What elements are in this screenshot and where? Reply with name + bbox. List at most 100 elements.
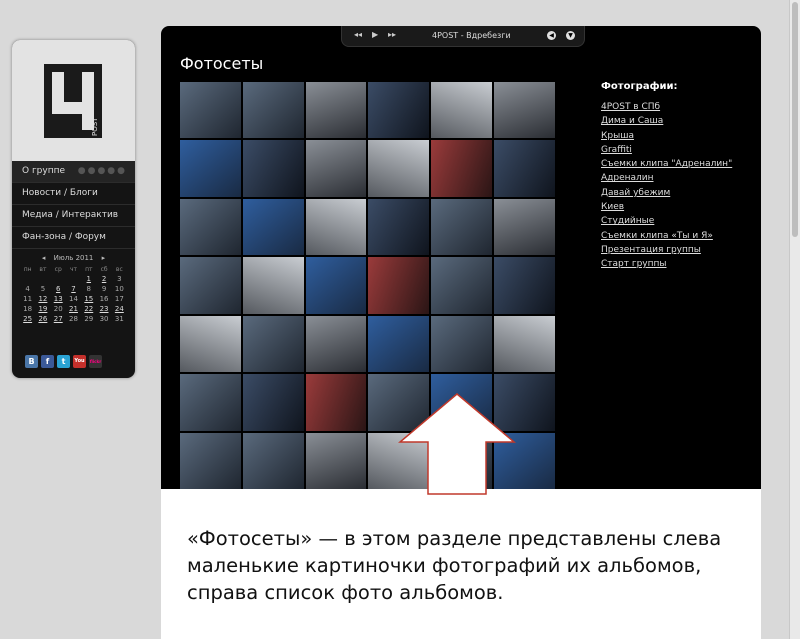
scrollbar-thumb[interactable] <box>792 2 798 237</box>
calendar-day: 8 <box>86 285 92 293</box>
rewind-icon[interactable]: ◂◂ <box>354 30 362 39</box>
photo-thumbnail[interactable] <box>431 198 493 256</box>
play-icon[interactable]: ▶ <box>372 30 378 39</box>
nav-item-media[interactable]: Медиа / Интерактив <box>12 205 135 227</box>
photo-thumbnail[interactable] <box>180 198 241 256</box>
photo-thumbnail[interactable] <box>431 257 493 314</box>
photo-thumbnail[interactable] <box>242 315 304 373</box>
calendar-day[interactable]: 27 <box>51 315 66 323</box>
vertical-scrollbar[interactable] <box>789 0 800 639</box>
next-month-icon[interactable]: ▸ <box>102 254 106 262</box>
calendar-day: 20 <box>53 305 63 313</box>
flickr-icon[interactable]: flickr <box>89 355 102 368</box>
photo-thumbnail[interactable] <box>305 140 367 197</box>
playlist-dropdown-icon[interactable]: ▼ <box>566 31 575 40</box>
nav-item-news[interactable]: Новости / Блоги <box>12 183 135 205</box>
vk-icon[interactable]: В <box>25 355 38 368</box>
calendar-day <box>20 275 35 283</box>
forward-icon[interactable]: ▸▸ <box>388 30 396 39</box>
photo-thumbnail[interactable] <box>305 198 367 256</box>
photo-thumbnail[interactable] <box>431 140 493 197</box>
calendar-day: 4 <box>25 285 30 293</box>
photo-thumbnail[interactable] <box>180 432 241 489</box>
album-link[interactable]: Крыша <box>601 129 732 143</box>
calendar-day[interactable]: 2 <box>96 275 111 283</box>
sidebar: POST О группе ●●●●● Новости / Блоги Медиа… <box>12 40 135 378</box>
photo-thumbnail[interactable] <box>242 198 304 256</box>
photo-thumbnail[interactable] <box>242 82 304 139</box>
photo-thumbnail[interactable] <box>305 82 367 139</box>
calendar-day: 11 <box>23 295 33 303</box>
calendar-day[interactable]: 24 <box>112 305 127 313</box>
photo-thumbnail[interactable] <box>305 315 367 373</box>
photo-thumbnail[interactable] <box>242 374 304 431</box>
album-link[interactable]: Студийные <box>601 214 732 228</box>
photo-thumbnail[interactable] <box>305 432 367 489</box>
music-player: ◂◂ ▶ ▸▸ 4POST - Вдребезги ◀ ▼ <box>341 26 585 47</box>
photo-thumbnail[interactable] <box>368 198 430 256</box>
photo-thumbnail[interactable] <box>368 257 430 314</box>
calendar-weekday: пт <box>85 266 93 273</box>
calendar-day[interactable]: 25 <box>20 315 35 323</box>
photo-thumbnail[interactable] <box>180 315 241 373</box>
photo-thumbnail[interactable] <box>494 257 555 314</box>
calendar-day[interactable]: 6 <box>51 285 66 293</box>
calendar-day[interactable]: 1 <box>81 275 96 283</box>
calendar-day[interactable]: 12 <box>35 295 50 303</box>
calendar-day: 10 <box>114 285 124 293</box>
album-link[interactable]: Съемки клипа «Ты и Я» <box>601 229 732 243</box>
photo-thumbnail[interactable] <box>494 198 555 256</box>
photo-thumbnail[interactable] <box>431 82 493 139</box>
photo-thumbnail[interactable] <box>242 257 304 314</box>
calendar-weekday: вт <box>39 266 47 273</box>
calendar-day[interactable]: 13 <box>51 295 66 303</box>
dots-decoration: ●●●●● <box>77 166 127 176</box>
photo-thumbnail[interactable] <box>368 82 430 139</box>
album-link[interactable]: Адреналин <box>601 171 732 185</box>
photo-thumbnail[interactable] <box>180 140 241 197</box>
photo-thumbnail[interactable] <box>180 82 241 139</box>
calendar-day: 28 <box>69 315 78 323</box>
photo-thumbnail[interactable] <box>368 140 430 197</box>
album-link[interactable]: 4POST в СПб <box>601 100 732 114</box>
calendar-day[interactable]: 22 <box>81 305 96 313</box>
calendar-day[interactable]: 23 <box>96 305 111 313</box>
photo-thumbnail[interactable] <box>305 374 367 431</box>
calendar-day <box>51 275 66 283</box>
band-logo[interactable]: POST <box>44 64 102 138</box>
facebook-icon[interactable]: f <box>41 355 54 368</box>
nav-item-about[interactable]: О группе ●●●●● <box>12 161 135 183</box>
nav-item-fanzone[interactable]: Фан-зона / Форум <box>12 227 135 249</box>
photo-thumbnail[interactable] <box>494 315 555 373</box>
calendar-day[interactable]: 7 <box>66 285 81 293</box>
photo-thumbnail[interactable] <box>242 432 304 489</box>
calendar-weekday: чт <box>69 266 78 273</box>
youtube-icon[interactable]: You <box>73 355 86 368</box>
calendar-weekday: сб <box>100 266 108 273</box>
album-link[interactable]: Киев <box>601 200 732 214</box>
photo-thumbnail[interactable] <box>242 140 304 197</box>
calendar-day[interactable]: 26 <box>35 315 50 323</box>
twitter-icon[interactable]: t <box>57 355 70 368</box>
calendar-day[interactable]: 21 <box>66 305 81 313</box>
caption-panel: «Фотосеты» — в этом разделе представлены… <box>161 489 761 639</box>
album-link[interactable]: Дима и Саша <box>601 114 732 128</box>
calendar-day[interactable]: 19 <box>35 305 50 313</box>
photo-thumbnail[interactable] <box>180 257 241 314</box>
photo-thumbnail[interactable] <box>368 315 430 373</box>
album-link[interactable]: Давай убежим <box>601 186 732 200</box>
caption-text: «Фотосеты» — в этом разделе представлены… <box>187 527 722 604</box>
photo-thumbnail[interactable] <box>305 257 367 314</box>
album-link[interactable]: Graffiti <box>601 143 732 157</box>
svg-text:POST: POST <box>91 117 99 136</box>
calendar-day[interactable]: 15 <box>81 295 96 303</box>
prev-track-icon[interactable]: ◀ <box>547 31 556 40</box>
photo-thumbnail[interactable] <box>494 140 555 197</box>
album-link[interactable]: Презентация группы <box>601 243 732 257</box>
photo-thumbnail[interactable] <box>180 374 241 431</box>
photo-thumbnail[interactable] <box>431 315 493 373</box>
album-link[interactable]: Старт группы <box>601 257 732 271</box>
photo-thumbnail[interactable] <box>494 82 555 139</box>
album-link[interactable]: Съемки клипа "Адреналин" <box>601 157 732 171</box>
prev-month-icon[interactable]: ◂ <box>42 254 46 262</box>
